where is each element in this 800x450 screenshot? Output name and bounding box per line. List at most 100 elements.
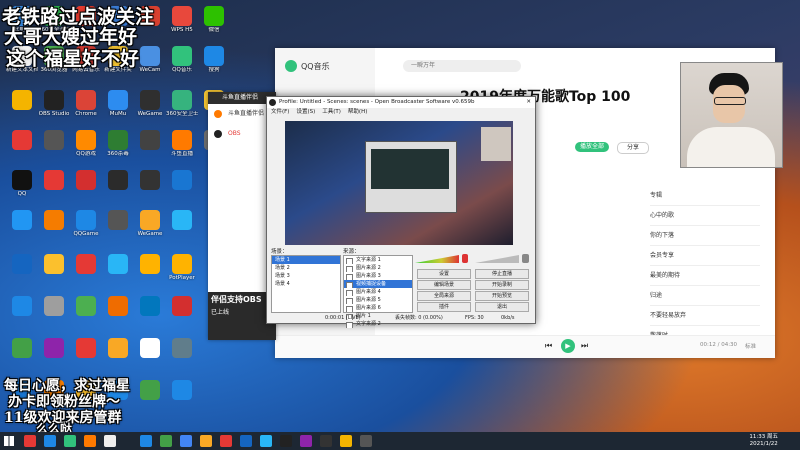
taskbar-app-icon[interactable]: [220, 435, 232, 447]
taskbar-app-icon[interactable]: [24, 435, 36, 447]
desktop-shortcut[interactable]: [166, 296, 198, 317]
obs-window[interactable]: Profile: Untitled - Scenes: scenes - Ope…: [266, 96, 536, 328]
list-item[interactable]: 视频捕捉设备: [344, 280, 412, 288]
desktop-shortcut[interactable]: WeGame: [134, 90, 166, 117]
qqmusic-player-bar[interactable]: ⏮ ▶ ⏭ 00:12 / 04:30 标准: [275, 335, 775, 358]
obs-control-button[interactable]: 编辑场景: [417, 280, 471, 290]
desktop-shortcut[interactable]: [6, 254, 38, 275]
play-icon[interactable]: ▶: [561, 339, 575, 353]
taskbar-app-icon[interactable]: [360, 435, 372, 447]
desktop-shortcut[interactable]: [38, 130, 70, 151]
desktop-shortcut[interactable]: [6, 338, 38, 359]
desktop-shortcut[interactable]: [134, 338, 166, 359]
speaker-icon[interactable]: [522, 254, 529, 263]
desktop-shortcut[interactable]: PotPlayer: [166, 254, 198, 281]
desktop-shortcut[interactable]: [38, 210, 70, 231]
desktop-shortcut[interactable]: [70, 338, 102, 359]
taskbar-app-icon[interactable]: [280, 435, 292, 447]
quality-label[interactable]: 标准: [745, 342, 756, 350]
sources-list[interactable]: 文字来源 1 图片来源 2 图片来源 3 视频捕捉设备 图片来源 4 图片来源 5 图片来源…: [343, 255, 413, 328]
list-item[interactable]: 图片来源 5: [344, 296, 412, 304]
obs-control-button[interactable]: 开始预览: [475, 291, 529, 301]
list-item[interactable]: 场景 4: [272, 280, 340, 288]
desktop-shortcut[interactable]: 斗鱼直播: [166, 130, 198, 157]
list-item[interactable]: 文字来源 1: [344, 256, 412, 264]
prev-icon[interactable]: ⏮: [545, 341, 552, 351]
desktop-shortcut[interactable]: [38, 254, 70, 275]
start-icon[interactable]: [4, 436, 14, 446]
desktop-shortcut[interactable]: [102, 210, 134, 231]
desktop-shortcut[interactable]: [134, 380, 166, 401]
desktop-shortcut[interactable]: [166, 210, 198, 231]
taskbar-app-icon[interactable]: [200, 435, 212, 447]
desktop-shortcut[interactable]: [70, 296, 102, 317]
list-item[interactable]: 专辑: [650, 186, 760, 206]
taskbar-app-icon[interactable]: [320, 435, 332, 447]
desktop-shortcut[interactable]: [38, 296, 70, 317]
desktop-shortcut[interactable]: [134, 296, 166, 317]
desktop-shortcut[interactable]: [6, 296, 38, 317]
desktop-shortcut[interactable]: WeGame: [134, 210, 166, 237]
list-item[interactable]: 图片来源 4: [344, 288, 412, 296]
taskbar-app-icon[interactable]: [160, 435, 172, 447]
desktop-shortcut[interactable]: [70, 170, 102, 191]
desktop-shortcut[interactable]: [102, 254, 134, 275]
obs-control-button[interactable]: 开始录制: [475, 280, 529, 290]
desktop-shortcut[interactable]: 微信: [198, 6, 230, 33]
play-all-button[interactable]: 播放全部: [575, 142, 609, 152]
scenes-list[interactable]: 场景 1 场景 2 场景 3 场景 4: [271, 255, 341, 313]
list-item[interactable]: 心中的歌: [650, 206, 760, 226]
taskbar-app-icon[interactable]: [44, 435, 56, 447]
list-item[interactable]: 不要轻易放弃: [650, 306, 760, 326]
desktop-shortcut[interactable]: [102, 296, 134, 317]
desktop-shortcut[interactable]: [134, 170, 166, 191]
obs-menu-item[interactable]: 文件(F): [271, 108, 289, 117]
list-item[interactable]: 归途: [650, 286, 760, 306]
desktop-shortcut[interactable]: Chrome: [70, 90, 102, 117]
desktop-shortcut[interactable]: [38, 338, 70, 359]
mic-icon[interactable]: [462, 254, 468, 263]
list-item[interactable]: 图片来源 6: [344, 304, 412, 312]
list-item[interactable]: 会员专享: [650, 246, 760, 266]
taskbar-app-icon[interactable]: [140, 435, 152, 447]
taskbar-app-icon[interactable]: [300, 435, 312, 447]
desktop-shortcut[interactable]: [70, 254, 102, 275]
taskbar-app-icon[interactable]: [180, 435, 192, 447]
qqmusic-search-input[interactable]: 一瞬万年: [403, 60, 521, 72]
desktop-shortcut[interactable]: [102, 170, 134, 191]
share-button[interactable]: 分享: [617, 142, 649, 154]
desktop-shortcut[interactable]: [166, 170, 198, 191]
list-item[interactable]: 场景 3: [272, 272, 340, 280]
desktop-shortcut[interactable]: MuMu: [102, 90, 134, 117]
close-icon[interactable]: ✕: [526, 97, 531, 108]
desktop-shortcut[interactable]: [6, 90, 38, 111]
taskbar-app-icon[interactable]: [84, 435, 96, 447]
obs-control-button[interactable]: 退出: [475, 302, 529, 312]
desktop-shortcut[interactable]: QQGame: [70, 210, 102, 237]
desktop-shortcut[interactable]: [38, 170, 70, 191]
desktop-shortcut[interactable]: [166, 338, 198, 359]
desktop-shortcut[interactable]: WPS H5: [166, 6, 198, 33]
desktop-shortcut[interactable]: [166, 380, 198, 401]
desktop-shortcut[interactable]: 搜狗: [198, 46, 230, 73]
taskbar-app-icon[interactable]: [340, 435, 352, 447]
obs-control-button[interactable]: 插件: [417, 302, 471, 312]
taskbar-app-icon[interactable]: [260, 435, 272, 447]
taskbar-app-icon[interactable]: [104, 435, 116, 447]
obs-control-button[interactable]: 设置: [417, 269, 471, 279]
obs-menu-item[interactable]: 工具(T): [322, 108, 341, 117]
taskbar-app-icon[interactable]: [240, 435, 252, 447]
desktop-shortcut[interactable]: [134, 130, 166, 151]
taskbar-app-icon[interactable]: [64, 435, 76, 447]
list-item[interactable]: 图片来源 3: [344, 272, 412, 280]
list-item[interactable]: 场景 2: [272, 264, 340, 272]
taskbar-clock[interactable]: 11:33 周五 2021/1/22: [749, 434, 778, 448]
obs-control-button[interactable]: 全局来源: [417, 291, 471, 301]
desktop-shortcut[interactable]: QQ音乐: [166, 46, 198, 73]
desktop-shortcut[interactable]: QQ游戏: [70, 130, 102, 157]
desktop-shortcut[interactable]: [102, 338, 134, 359]
desktop-shortcut[interactable]: [134, 254, 166, 275]
list-item[interactable]: 你的下落: [650, 226, 760, 246]
obs-menu-item[interactable]: 设置(S): [296, 108, 315, 117]
desktop-shortcut[interactable]: OBS Studio: [38, 90, 70, 117]
